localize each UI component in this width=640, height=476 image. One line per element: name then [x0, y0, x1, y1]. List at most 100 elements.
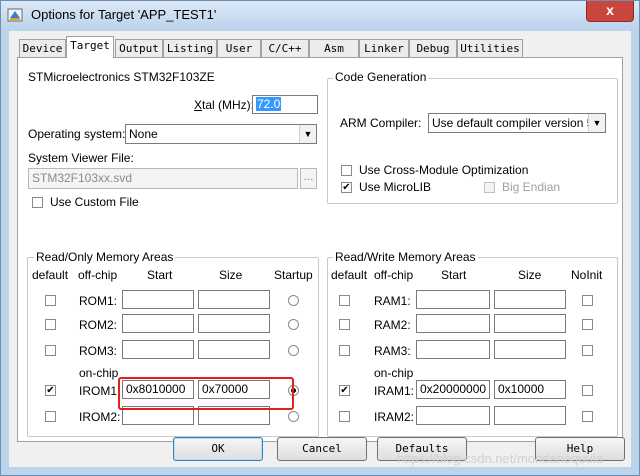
device-name: STMicroelectronics STM32F103ZE — [28, 70, 215, 84]
close-button[interactable]: x — [586, 1, 634, 22]
tab-linker[interactable]: Linker — [359, 39, 409, 57]
iram2-label: IRAM2: — [374, 410, 415, 424]
iram2-size-input[interactable] — [494, 406, 566, 425]
rom3-startup-radio[interactable] — [288, 345, 299, 356]
xtal-label: Xtal (MHz): — [194, 98, 254, 112]
tab-user[interactable]: User — [217, 39, 261, 57]
iram1-size-value: 0x10000 — [498, 382, 545, 396]
ro-onchip-label: on-chip — [79, 366, 119, 380]
use-microlib-checkbox[interactable]: ✔ — [341, 182, 352, 193]
tab-label: Listing — [166, 42, 214, 55]
rom3-label: ROM3: — [79, 344, 118, 358]
ram2-size-input[interactable] — [494, 314, 566, 333]
rw-onchip-label: on-chip — [374, 366, 414, 380]
ram2-start-input[interactable] — [416, 314, 490, 333]
ram3-default-checkbox[interactable] — [339, 345, 350, 356]
close-icon: x — [606, 2, 614, 18]
tab-label: Device — [22, 42, 63, 55]
ram3-noinit-checkbox[interactable] — [582, 345, 593, 356]
irom2-default-checkbox[interactable] — [45, 411, 56, 422]
ram2-label: RAM2: — [374, 318, 411, 332]
rom2-startup-radio[interactable] — [288, 319, 299, 330]
irom2-label: IROM2: — [79, 410, 121, 424]
custom-file-label: Use Custom File — [50, 195, 139, 209]
tab-asm[interactable]: Asm — [309, 39, 359, 57]
use-custom-file-checkbox[interactable] — [32, 197, 43, 208]
iram1-size-input[interactable]: 0x10000 — [494, 380, 566, 399]
sysviewer-browse-button: ... — [300, 168, 317, 189]
tab-output[interactable]: Output — [115, 39, 163, 57]
tab-label: Debug — [416, 42, 450, 55]
rom2-default-checkbox[interactable] — [45, 319, 56, 330]
checkmark-icon: ✔ — [342, 182, 351, 193]
iram2-default-checkbox[interactable] — [339, 411, 350, 422]
rom3-size-input[interactable] — [198, 340, 270, 359]
options-app-icon — [7, 8, 23, 22]
tab-target[interactable]: Target — [66, 36, 114, 58]
tab-debug[interactable]: Debug — [409, 39, 457, 57]
rw-header-size: Size — [518, 268, 542, 282]
irom1-label: IROM1: — [79, 384, 121, 398]
chevron-down-icon: ▼ — [299, 125, 316, 143]
ro-header-offchip: off-chip — [78, 268, 118, 282]
tab-device[interactable]: Device — [19, 39, 66, 57]
options-dialog: Options for Target 'APP_TEST1' x Device … — [0, 0, 640, 476]
dialog-client-area: Device Target Output Listing User C/C++ … — [9, 31, 631, 467]
ro-header-start: Start — [147, 268, 173, 282]
rom1-startup-radio[interactable] — [288, 295, 299, 306]
tab-label: Utilities — [460, 42, 520, 55]
arm-compiler-select[interactable]: Use default compiler version 5 ▼ — [428, 113, 606, 133]
checkmark-icon: ✔ — [340, 385, 349, 396]
microlib-label: Use MicroLIB — [359, 180, 432, 194]
tab-c-cpp[interactable]: C/C++ — [261, 39, 309, 57]
irom2-startup-radio[interactable] — [288, 411, 299, 422]
xtal-label-mnemonic: X — [194, 98, 203, 112]
rom1-size-input[interactable] — [198, 290, 270, 309]
tab-label: Asm — [324, 42, 344, 55]
tab-label: Output — [119, 42, 159, 55]
rom2-size-input[interactable] — [198, 314, 270, 333]
rw-header-offchip: off-chip — [374, 268, 414, 282]
rom3-default-checkbox[interactable] — [45, 345, 56, 356]
arm-compiler-label: ARM Compiler: — [340, 116, 422, 130]
irom1-default-checkbox[interactable]: ✔ — [45, 385, 56, 396]
cross-module-label: Use Cross-Module Optimization — [359, 163, 529, 177]
sysviewer-label: System Viewer File: — [28, 151, 134, 165]
xtal-value: 72.0 — [256, 97, 282, 111]
tab-utilities[interactable]: Utilities — [457, 39, 523, 57]
ram1-default-checkbox[interactable] — [339, 295, 350, 306]
os-select[interactable]: None ▼ — [125, 124, 317, 144]
iram2-start-input[interactable] — [416, 406, 490, 425]
rom1-start-input[interactable] — [122, 290, 194, 309]
iram1-noinit-checkbox[interactable] — [582, 385, 593, 396]
ram2-noinit-checkbox[interactable] — [582, 319, 593, 330]
browse-label: ... — [303, 169, 314, 183]
ram3-size-input[interactable] — [494, 340, 566, 359]
iram1-default-checkbox[interactable]: ✔ — [339, 385, 350, 396]
big-endian-label: Big Endian — [502, 180, 561, 194]
ram2-default-checkbox[interactable] — [339, 319, 350, 330]
iram2-noinit-checkbox[interactable] — [582, 411, 593, 422]
ram3-start-input[interactable] — [416, 340, 490, 359]
iram1-start-input[interactable]: 0x20000000 — [416, 380, 490, 399]
rom1-default-checkbox[interactable] — [45, 295, 56, 306]
window-title: Options for Target 'APP_TEST1' — [31, 7, 217, 22]
ram1-noinit-checkbox[interactable] — [582, 295, 593, 306]
rom2-start-input[interactable] — [122, 314, 194, 333]
cancel-button[interactable]: Cancel — [277, 437, 367, 461]
tab-listing[interactable]: Listing — [163, 39, 217, 57]
xtal-input[interactable]: 72.0 — [252, 95, 318, 114]
title-bar: Options for Target 'APP_TEST1' x — [1, 1, 639, 29]
ram1-start-input[interactable] — [416, 290, 490, 309]
tab-label: C/C++ — [268, 42, 302, 55]
ok-button[interactable]: OK — [173, 437, 263, 461]
ro-header-startup: Startup — [274, 268, 313, 282]
cross-module-checkbox[interactable] — [341, 165, 352, 176]
ram1-size-input[interactable] — [494, 290, 566, 309]
watermark-text: https://blog.csdn.net/mondanoquuia — [397, 451, 603, 466]
cancel-label: Cancel — [302, 442, 342, 455]
irom1-highlight-annotation — [118, 377, 294, 410]
big-endian-checkbox — [484, 182, 495, 193]
ram1-label: RAM1: — [374, 294, 411, 308]
rom3-start-input[interactable] — [122, 340, 194, 359]
